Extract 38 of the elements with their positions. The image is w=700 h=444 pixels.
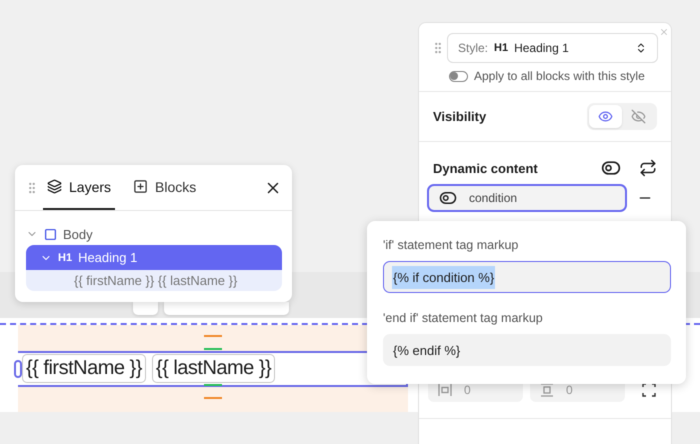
padding-marker [204, 348, 222, 350]
layer-label: Body [63, 226, 93, 242]
panel-tab[interactable]: Blocks [129, 166, 200, 210]
plus-square-icon [133, 179, 148, 194]
layer-label: {{ firstName }} {{ lastName }} [74, 273, 238, 288]
style-select[interactable]: Style: H1 Heading 1 [447, 33, 658, 63]
panel-tab[interactable]: Layers [43, 166, 116, 210]
input-field[interactable]: {% if condition %} [383, 261, 671, 293]
section-title: Visibility [433, 109, 486, 124]
eye-off-icon [631, 109, 646, 124]
input-field[interactable]: {% endif %} [383, 334, 671, 366]
layers-icon [47, 179, 62, 194]
toggle-switch[interactable] [449, 70, 468, 82]
section-title: Dynamic content [433, 160, 538, 176]
toggle-label: Apply to all blocks with this style [474, 69, 645, 83]
padding-vertical-icon [540, 382, 554, 396]
merge-tag-chip[interactable]: {{ firstName }} [22, 354, 146, 383]
layer-row[interactable]: H1 Heading 1 [26, 245, 282, 270]
padding-marker [204, 384, 222, 386]
layer-label: Heading 1 [78, 250, 138, 265]
merge-tag-chip[interactable]: {{ lastName }} [152, 354, 276, 383]
margin-marker [204, 397, 222, 399]
layer-row[interactable]: Body [26, 223, 282, 245]
eye-icon [598, 109, 613, 124]
padding-horizontal-icon [438, 382, 452, 396]
field-label: 'end if' statement tag markup [383, 311, 544, 325]
eye-button[interactable] [589, 105, 622, 128]
layer-row[interactable]: {{ firstName }} {{ lastName }} [26, 270, 282, 291]
margin-marker [204, 335, 222, 337]
heading-tag: H1 [58, 252, 72, 264]
field-label: 'if' statement tag markup [383, 238, 520, 252]
condition-field[interactable]: condition [427, 184, 627, 212]
padding-all-icon[interactable] [642, 383, 656, 397]
text-cursor [14, 360, 22, 378]
square-icon [44, 228, 57, 240]
toggle-icon [439, 189, 457, 207]
repeat-icon[interactable] [639, 159, 657, 177]
up-down-chevron-icon [635, 42, 647, 54]
